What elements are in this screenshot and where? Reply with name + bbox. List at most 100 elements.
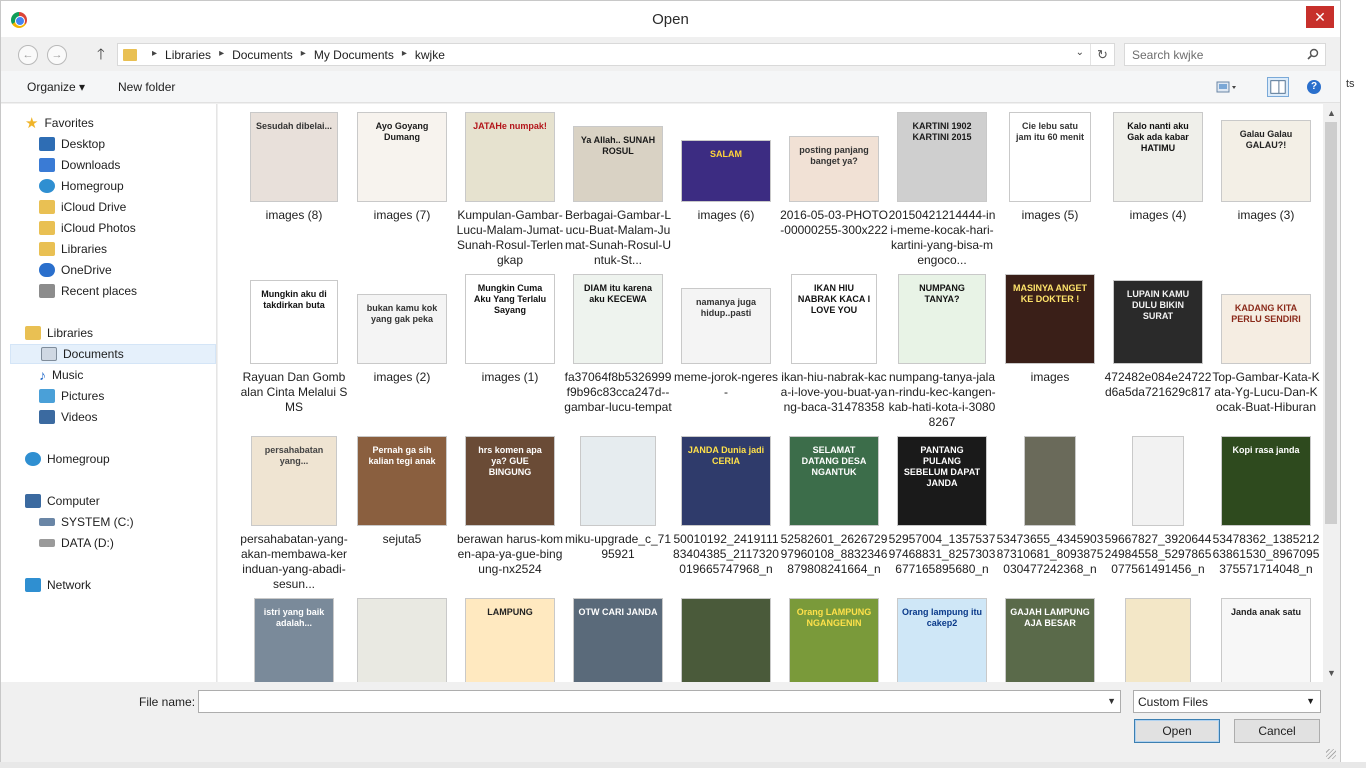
file-item[interactable] xyxy=(672,598,780,682)
open-button[interactable]: Open xyxy=(1134,719,1220,743)
organize-menu[interactable]: Organize ▾ xyxy=(27,80,85,94)
refresh-button[interactable]: ↻ xyxy=(1090,44,1114,65)
resize-grip[interactable] xyxy=(1326,749,1336,759)
sidebar-item-onedrive[interactable]: OneDrive xyxy=(39,260,112,280)
breadcrumb-kwjke[interactable]: kwjke xyxy=(415,48,445,62)
file-thumbnail[interactable]: Ya Allah.. SUNAH ROSUL xyxy=(573,126,663,202)
file-item[interactable]: Kalo nanti aku Gak ada kabar HATIMU image… xyxy=(1104,112,1212,223)
file-thumbnail[interactable]: GAJAH LAMPUNG AJA BESAR xyxy=(1005,598,1095,682)
sidebar-item-libraries[interactable]: Libraries xyxy=(25,323,93,343)
scroll-up-icon[interactable]: ▲ xyxy=(1327,108,1336,118)
file-thumbnail[interactable]: SALAM xyxy=(681,140,771,202)
file-thumbnail[interactable]: Orang lampung itu cakep2 xyxy=(897,598,987,682)
file-item[interactable]: persahabatan yang... persahabatan-yang-ak… xyxy=(240,436,348,592)
up-button[interactable]: 🡑 xyxy=(97,44,105,69)
file-thumbnail[interactable]: persahabatan yang... xyxy=(251,436,337,526)
file-item[interactable]: istri yang baik adalah... xyxy=(240,598,348,682)
file-item[interactable]: PANTANG PULANG SEBELUM DAPAT JANDA 529570… xyxy=(888,436,996,577)
file-item[interactable]: miku-upgrade_c_7195921 xyxy=(564,436,672,562)
file-item[interactable]: OTW CARI JANDA xyxy=(564,598,672,682)
file-thumbnail[interactable]: posting panjang banget ya? xyxy=(789,136,879,202)
preview-pane-icon[interactable] xyxy=(1267,77,1289,97)
file-thumbnail[interactable] xyxy=(357,598,447,682)
file-thumbnail[interactable]: JANDA Dunia jadi CERIA xyxy=(681,436,771,526)
file-thumbnail[interactable] xyxy=(1125,598,1191,682)
file-thumbnail[interactable]: OTW CARI JANDA xyxy=(573,598,663,682)
file-item[interactable]: KADANG KITA PERLU SENDIRI Top-Gambar-Kata… xyxy=(1212,274,1320,415)
file-name-field[interactable]: ▼ xyxy=(198,690,1121,713)
file-item[interactable]: KARTINI 1902 KARTINI 2015 20150421214444-… xyxy=(888,112,996,268)
file-thumbnail[interactable]: MASINYA ANGET KE DOKTER ! xyxy=(1005,274,1095,364)
file-thumbnail[interactable]: namanya juga hidup..pasti xyxy=(681,288,771,364)
cancel-button[interactable]: Cancel xyxy=(1234,719,1320,743)
search-icon[interactable] xyxy=(1307,48,1319,60)
file-item[interactable]: hrs komen apa ya? GUE BINGUNG berawan har… xyxy=(456,436,564,577)
sidebar-item-libraries-fav[interactable]: Libraries xyxy=(39,239,107,259)
scroll-thumb[interactable] xyxy=(1325,122,1337,524)
file-thumbnail[interactable]: bukan kamu kok yang gak peka xyxy=(357,294,447,364)
file-thumbnail[interactable]: JATAHe numpak! xyxy=(465,112,555,202)
file-item[interactable]: NUMPANG TANYA? numpang-tanya-jalan-rindu-… xyxy=(888,274,996,430)
file-thumbnail[interactable] xyxy=(580,436,656,526)
file-thumbnail[interactable]: Galau Galau GALAU?! xyxy=(1221,120,1311,202)
vertical-scrollbar[interactable]: ▲ ▼ xyxy=(1323,104,1340,682)
sidebar-item-homegroup-root[interactable]: Homegroup xyxy=(25,449,110,469)
file-thumbnail[interactable]: DIAM itu karena aku KECEWA xyxy=(573,274,663,364)
file-item[interactable]: Janda anak satu xyxy=(1212,598,1320,682)
file-item[interactable]: Orang lampung itu cakep2 xyxy=(888,598,996,682)
file-thumbnail[interactable] xyxy=(1024,436,1076,526)
file-thumbnail[interactable] xyxy=(1132,436,1184,526)
sidebar-item-network[interactable]: Network xyxy=(25,575,91,595)
file-item[interactable]: JANDA Dunia jadi CERIA 50010192_241911183… xyxy=(672,436,780,577)
file-item[interactable]: Kopi rasa janda 53478362_138521263861530_… xyxy=(1212,436,1320,577)
sidebar-item-pictures[interactable]: Pictures xyxy=(39,386,104,406)
file-item[interactable]: posting panjang banget ya? 2016-05-03-PHO… xyxy=(780,112,888,238)
file-item[interactable]: JATAHe numpak! Kumpulan-Gambar-Lucu-Malam… xyxy=(456,112,564,268)
file-thumbnail[interactable]: Mungkin aku di takdirkan buta xyxy=(250,280,338,364)
sidebar-item-favorites[interactable]: ★ Favorites xyxy=(25,113,94,133)
file-thumbnail[interactable]: Orang LAMPUNG NGANGENIN xyxy=(789,598,879,682)
sidebar-item-music[interactable]: ♪ Music xyxy=(39,365,83,385)
file-thumbnail[interactable]: IKAN HIU NABRAK KACA I LOVE YOU xyxy=(791,274,877,364)
file-item[interactable] xyxy=(1104,598,1212,682)
new-folder-button[interactable]: New folder xyxy=(118,80,175,94)
breadcrumb-my-documents[interactable]: My Documents xyxy=(314,48,394,62)
scroll-down-icon[interactable]: ▼ xyxy=(1327,668,1336,678)
sidebar-item-videos[interactable]: Videos xyxy=(39,407,97,427)
sidebar-item-documents[interactable]: Documents xyxy=(10,344,216,364)
file-thumbnail[interactable]: Ayo Goyang Dumang xyxy=(357,112,447,202)
file-item[interactable]: DIAM itu karena aku KECEWA fa37064f8b5326… xyxy=(564,274,672,415)
change-view-icon[interactable] xyxy=(1215,77,1237,97)
file-thumbnail[interactable]: NUMPANG TANYA? xyxy=(898,274,986,364)
chevron-down-icon[interactable]: ▼ xyxy=(1107,696,1116,706)
file-item[interactable]: IKAN HIU NABRAK KACA I LOVE YOU ikan-hiu-… xyxy=(780,274,888,415)
address-bar[interactable]: ▸ Libraries ▸ Documents ▸ My Documents ▸… xyxy=(117,43,1115,66)
file-thumbnail[interactable]: istri yang baik adalah... xyxy=(254,598,334,682)
forward-button[interactable]: → xyxy=(47,45,67,65)
sidebar-item-homegroup[interactable]: Homegroup xyxy=(39,176,124,196)
file-item[interactable]: LAMPUNG xyxy=(456,598,564,682)
file-thumbnail[interactable]: SELAMAT DATANG DESA NGANTUK xyxy=(789,436,879,526)
file-thumbnail[interactable]: Janda anak satu xyxy=(1221,598,1311,682)
file-item[interactable]: Galau Galau GALAU?! images (3) xyxy=(1212,112,1320,223)
file-thumbnail[interactable]: PANTANG PULANG SEBELUM DAPAT JANDA xyxy=(897,436,987,526)
breadcrumb-documents[interactable]: Documents xyxy=(232,48,293,62)
search-input[interactable]: Search kwjke xyxy=(1132,48,1203,62)
back-button[interactable]: ← xyxy=(18,45,38,65)
file-item[interactable]: GAJAH LAMPUNG AJA BESAR xyxy=(996,598,1104,682)
close-button[interactable]: ✕ xyxy=(1306,6,1334,28)
file-thumbnail[interactable] xyxy=(681,598,771,682)
sidebar-item-icloud-drive[interactable]: iCloud Drive xyxy=(39,197,126,217)
breadcrumb-libraries[interactable]: Libraries xyxy=(165,48,211,62)
file-thumbnail[interactable]: Mungkin Cuma Aku Yang Terlalu Sayang xyxy=(465,274,555,364)
file-item[interactable]: Ayo Goyang Dumang images (7) xyxy=(348,112,456,223)
file-item[interactable]: namanya juga hidup..pasti meme-jorok-nger… xyxy=(672,274,780,400)
help-icon[interactable]: ? xyxy=(1307,80,1321,94)
sidebar-item-computer[interactable]: Computer xyxy=(25,491,100,511)
file-thumbnail[interactable]: LUPAIN KAMU DULU BIKIN SURAT xyxy=(1113,280,1203,364)
file-item[interactable]: Mungkin Cuma Aku Yang Terlalu Sayang imag… xyxy=(456,274,564,385)
file-item[interactable]: Sesudah dibelai... images (8) xyxy=(240,112,348,223)
file-item[interactable]: 53473655_434590387310681_809387503047724… xyxy=(996,436,1104,577)
address-dropdown-icon[interactable]: ⌄ xyxy=(1076,47,1084,58)
file-item[interactable]: Pernah ga sih kalian tegi anak sejuta5 xyxy=(348,436,456,547)
